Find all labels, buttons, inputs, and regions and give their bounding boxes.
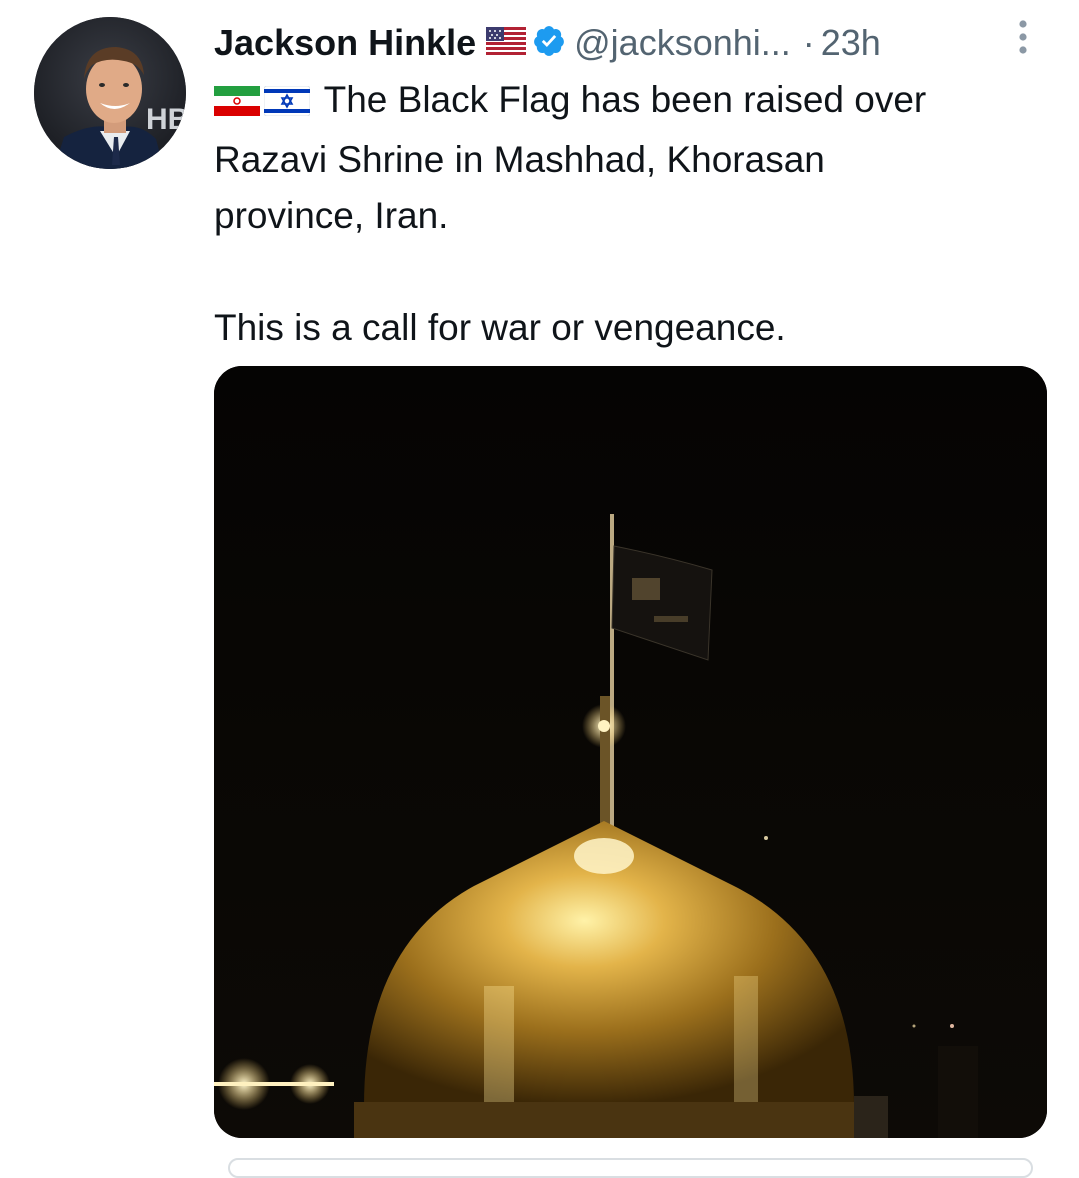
us-flag-icon	[486, 26, 527, 60]
iran-flag-icon	[214, 76, 260, 132]
tweet-header: Jackson Hinkle @jacksonhi... · 23h	[214, 18, 881, 68]
tweet-media-photo[interactable]	[214, 366, 1047, 1138]
tweet[interactable]: HB Jackson Hinkle @jacksonhi... · 23h Th…	[0, 0, 1079, 1178]
svg-text:HB: HB	[146, 103, 186, 136]
verified-badge-icon[interactable]	[532, 24, 566, 63]
tweet-text-line-3: province, Iran.	[214, 195, 449, 236]
author-handle[interactable]: @jacksonhi...	[574, 22, 791, 64]
tweet-text-spacer	[214, 244, 1034, 300]
israel-flag-icon	[263, 76, 311, 132]
separator-dot: ·	[802, 22, 815, 63]
tweet-text: The Black Flag has been raised over Raza…	[214, 72, 1034, 356]
tweet-actions-card	[228, 1158, 1033, 1178]
display-name[interactable]: Jackson Hinkle	[214, 22, 476, 64]
tweet-text-line-4: This is a call for war or vengeance.	[214, 307, 786, 348]
tweet-text-line-2: Razavi Shrine in Mashhad, Khorasan	[214, 139, 825, 180]
avatar[interactable]: HB	[34, 17, 186, 169]
tweet-text-line-1-content: The Black Flag has been raised over	[323, 79, 927, 120]
timestamp[interactable]: 23h	[821, 22, 881, 64]
tweet-text-line-1: The Black Flag has been raised over	[214, 72, 1034, 132]
more-vertical-icon[interactable]	[1013, 18, 1033, 58]
